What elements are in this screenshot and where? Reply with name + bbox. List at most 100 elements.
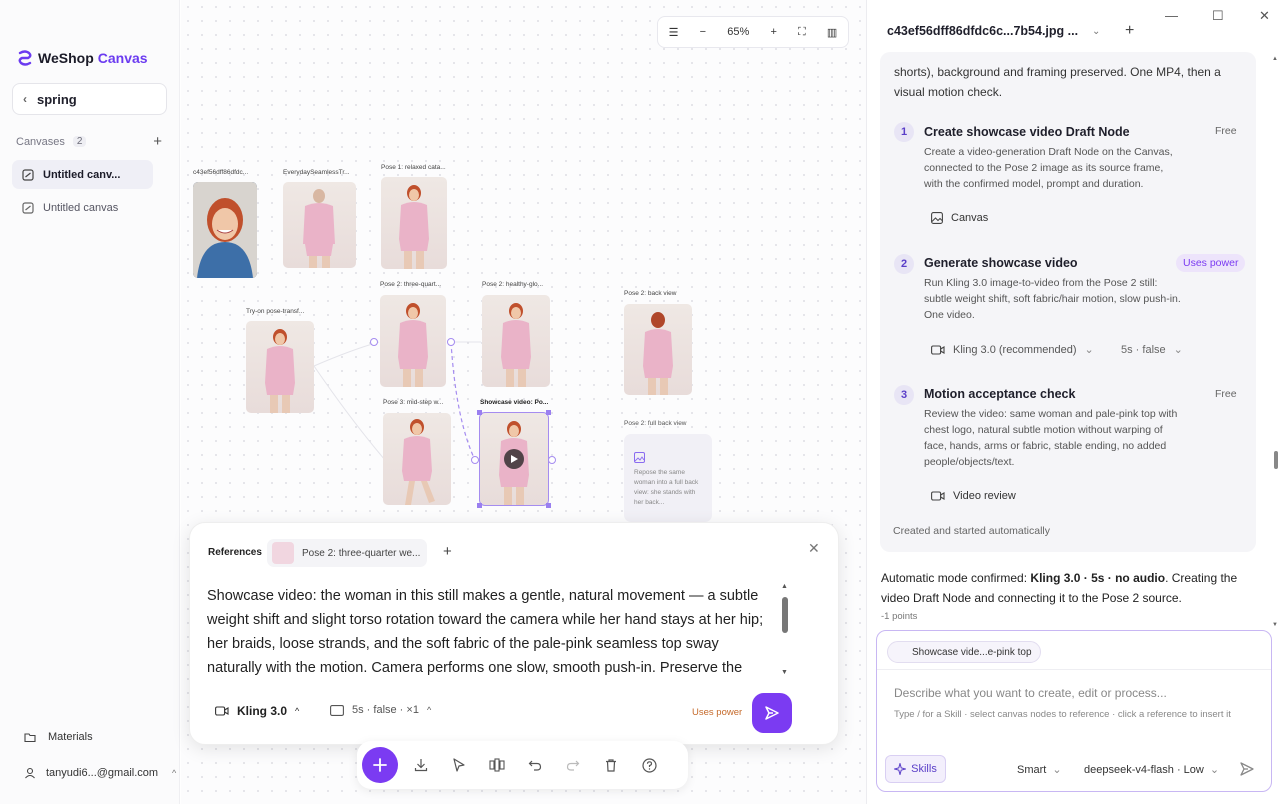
user-icon — [25, 767, 35, 779]
maximize-icon[interactable]: ☐ — [1212, 8, 1224, 24]
canvas-node-product[interactable] — [283, 182, 356, 268]
undo-button[interactable] — [516, 747, 554, 783]
new-conversation-button[interactable]: + — [1125, 22, 1134, 40]
resize-handle[interactable] — [477, 503, 482, 508]
chevron-up-icon: ^ — [295, 706, 300, 716]
resize-handle[interactable] — [546, 503, 551, 508]
pose-image — [501, 303, 531, 387]
play-icon[interactable] — [504, 449, 524, 469]
minimize-icon[interactable]: — — [1165, 8, 1178, 23]
add-canvas-button[interactable]: + — [153, 133, 162, 150]
layout-button[interactable] — [478, 747, 516, 783]
chevron-up-icon: ^ — [172, 768, 177, 778]
pose-image — [402, 419, 435, 505]
canvas-node-pose-1[interactable] — [381, 177, 447, 269]
add-node-button[interactable] — [362, 747, 398, 783]
conversation-tab[interactable]: c43ef56dff86dfdc6c...7b54.jpg ... ⌄ — [887, 24, 1100, 38]
canvas-toolbar — [357, 741, 688, 789]
step-number: 3 — [894, 385, 914, 405]
canvas-area[interactable]: ☰ − 65% + ⛶ ▥ c43ef56dff86dfdc... Everyd… — [181, 0, 866, 804]
select-tool-button[interactable] — [440, 747, 478, 783]
chevron-up-icon: ^ — [426, 705, 432, 715]
account-menu[interactable]: tanyudi6...@gmail.com ^ — [24, 767, 176, 779]
sparkle-icon — [894, 763, 907, 775]
step-title: Motion acceptance check — [924, 387, 1076, 401]
canvas-item-2[interactable]: Untitled canvas — [12, 193, 153, 222]
image-icon — [634, 452, 645, 463]
canvas-node-pose-3[interactable] — [383, 413, 451, 505]
resize-handle[interactable] — [477, 410, 482, 415]
message-prefix: Automatic mode confirmed: — [881, 571, 1031, 585]
canvas-node-pose-2-three-quarter[interactable] — [380, 295, 446, 387]
redo-button[interactable] — [554, 747, 592, 783]
chevron-down-icon: ⌄ — [1209, 764, 1220, 776]
materials-link[interactable]: Materials — [24, 731, 93, 743]
download-button[interactable] — [402, 747, 440, 783]
project-selector[interactable]: ‹ spring — [12, 83, 167, 115]
uses-power-note: Uses power — [692, 707, 743, 718]
skills-button[interactable]: Skills — [885, 755, 946, 783]
canvas-item-1[interactable]: Untitled canv... — [12, 160, 153, 189]
panel-scrollbar[interactable]: ▲ ▼ — [1272, 56, 1280, 630]
video-options-selector[interactable]: 5s · false · ×1 ^ — [330, 704, 431, 716]
app-logo[interactable]: WeShop Canvas — [16, 49, 148, 67]
step-cost-badge: Uses power — [1176, 254, 1246, 272]
mode-label: Smart — [1017, 763, 1047, 776]
step-cost: Free — [1215, 388, 1237, 400]
chat-input[interactable]: Describe what you want to create, edit o… — [894, 686, 1167, 700]
canvas-node-source-image[interactable] — [193, 182, 257, 278]
step-model-selector[interactable]: Kling 3.0 (recommended) ⌄ — [931, 343, 1094, 356]
delete-button[interactable] — [592, 747, 630, 783]
prompt-scrollbar[interactable]: ▲ ▼ — [780, 583, 790, 677]
close-icon[interactable]: ✕ — [808, 540, 820, 557]
step-description: Create a video-generation Draft Node on … — [924, 146, 1173, 190]
context-chip-label: Showcase vide...e-pink top — [912, 646, 1032, 658]
node-label: Pose 2: healthy-glo... — [482, 281, 544, 288]
sidebar: WeShop Canvas ‹ spring Canvases 2 + Unti… — [0, 0, 180, 804]
video-model-label: Kling 3.0 — [237, 704, 288, 718]
chevron-down-icon[interactable]: ⌄ — [1092, 26, 1100, 37]
video-camera-icon — [931, 344, 945, 355]
conversation-title: c43ef56dff86dfdc6c...7b54.jpg ... — [887, 24, 1079, 38]
help-button[interactable] — [630, 747, 668, 783]
close-window-icon[interactable]: ✕ — [1259, 8, 1270, 24]
step-tool-label: Kling 3.0 (recommended) — [953, 343, 1077, 356]
llm-model-selector[interactable]: deepseek-v4-flash · Low ⌄ — [1084, 763, 1220, 777]
canvas-node-pose-2-healthy[interactable] — [482, 295, 550, 387]
node-label: c43ef56dff86dfdc... — [193, 169, 249, 176]
draft-prompt-text: Repose the same woman into a full back v… — [634, 469, 699, 506]
auto-created-note: Created and started automatically — [893, 525, 1051, 537]
reference-chip[interactable]: Pose 2: three-quarter we... — [267, 539, 427, 567]
context-chip[interactable]: Showcase vide...e-pink top — [887, 641, 1041, 663]
trash-icon — [606, 759, 616, 772]
video-model-selector[interactable]: Kling 3.0 ^ — [215, 704, 299, 718]
send-button[interactable] — [752, 693, 792, 733]
canvas-node-pose-2-back[interactable] — [624, 304, 692, 395]
download-icon — [414, 759, 428, 772]
canvas-node-draft[interactable]: Repose the same woman into a full back v… — [624, 434, 712, 522]
llm-model-label: deepseek-v4-flash · Low — [1084, 763, 1204, 776]
cursor-icon — [453, 758, 465, 772]
prompt-textarea[interactable]: Showcase video: the woman in this still … — [207, 584, 777, 680]
mode-selector[interactable]: Smart ⌄ — [1017, 763, 1062, 777]
pose-image — [643, 312, 673, 395]
canvas-node-try-on[interactable] — [246, 321, 314, 413]
step-options-selector[interactable]: 5s · false ⌄ — [1121, 343, 1183, 357]
chat-send-button[interactable] — [1239, 761, 1255, 777]
image-icon — [931, 212, 943, 224]
step-description: Run Kling 3.0 image-to-video from the Po… — [924, 277, 1181, 321]
materials-label: Materials — [48, 731, 93, 743]
account-email: tanyudi6...@gmail.com — [46, 767, 159, 779]
step-tool: Video review — [931, 490, 1016, 502]
canvas-node-showcase-video[interactable] — [479, 412, 549, 506]
step-title: Generate showcase video — [924, 256, 1078, 270]
add-reference-button[interactable]: + — [443, 543, 452, 560]
canvases-label: Canvases — [16, 135, 65, 148]
step-tool-options: 5s · false — [1121, 343, 1166, 356]
canvas-icon — [22, 168, 34, 181]
plan-card: shorts), background and framing preserve… — [880, 52, 1256, 552]
resize-handle[interactable] — [546, 410, 551, 415]
node-label: Pose 2: three-quart... — [380, 281, 442, 288]
product-image — [303, 189, 335, 268]
canvases-count: 2 — [72, 136, 87, 147]
